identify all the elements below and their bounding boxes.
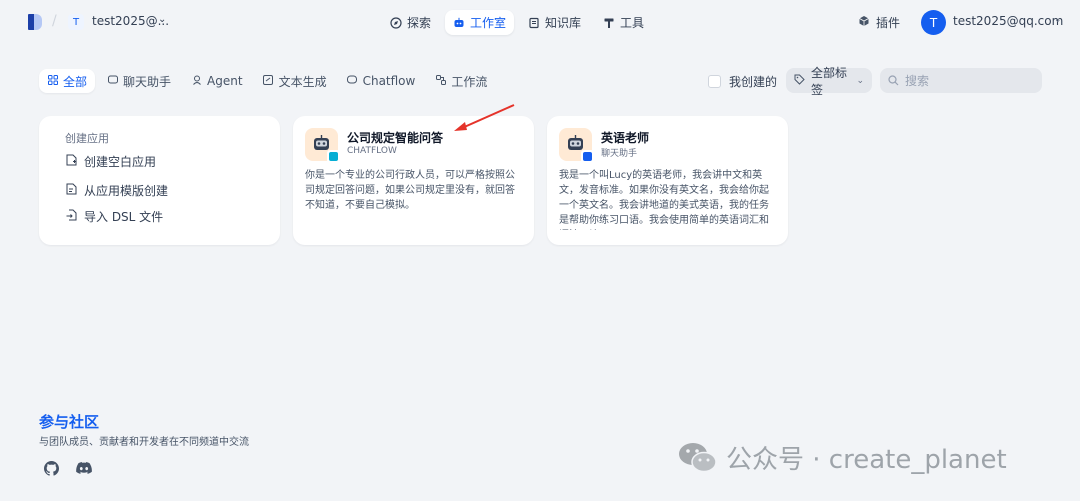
- tab-workflow[interactable]: 工作流: [427, 69, 495, 93]
- template-icon: [65, 183, 77, 198]
- watermark-text: 公众号 · create_planet: [726, 445, 1007, 475]
- tag-filter-label: 全部标签: [811, 65, 848, 97]
- tab-workflow-label: 工作流: [451, 74, 488, 89]
- plugin-label: 插件: [876, 16, 901, 30]
- create-app-title: 创建应用: [65, 132, 109, 145]
- create-blank-app-label: 创建空白应用: [84, 155, 157, 169]
- app-description: 我是一个叫Lucy的英语老师，我会讲中文和英文，发音标准。如果你没有英文名，我会…: [559, 170, 769, 226]
- workspace-avatar[interactable]: T: [68, 14, 84, 30]
- chatflow-icon: [347, 75, 358, 88]
- nav-explore[interactable]: 探索: [382, 10, 439, 35]
- robot-icon: [453, 17, 465, 29]
- dify-logo[interactable]: [28, 14, 42, 30]
- main-nav: 探索 工作室 知识库 工具: [382, 10, 652, 35]
- created-by-me-filter[interactable]: 我创建的: [708, 73, 777, 90]
- separator: /: [52, 13, 57, 29]
- tag-filter-dropdown[interactable]: 全部标签 ⌄: [786, 66, 872, 97]
- workflow-icon: [435, 74, 446, 88]
- app-icon: [559, 128, 594, 163]
- compass-icon: [390, 16, 402, 29]
- app-card[interactable]: 公司规定智能问答 CHATFLOW 你是一个专业的公司行政人员，可以严格按照公司…: [293, 116, 534, 245]
- app-name: 英语老师: [601, 131, 650, 145]
- app-description: 你是一个专业的公司行政人员，可以严格按照公司规定回答问题，如果公司规定里没有，就…: [305, 170, 515, 211]
- app-name: 公司规定智能问答: [347, 131, 444, 145]
- chevron-down-icon[interactable]: ⌄: [1054, 15, 1062, 25]
- plugin-button[interactable]: 插件: [858, 14, 900, 31]
- chat-icon: [107, 75, 118, 88]
- chevron-down-icon: ⌄: [856, 75, 864, 86]
- user-email[interactable]: test2025@qq.com: [953, 14, 1063, 28]
- tab-text-generation[interactable]: 文本生成: [255, 69, 335, 93]
- created-by-me-label: 我创建的: [729, 75, 778, 89]
- search-input[interactable]: [905, 73, 1035, 88]
- created-by-me-checkbox[interactable]: [708, 75, 721, 88]
- text-icon: [263, 74, 274, 88]
- nav-knowledge-label: 知识库: [545, 16, 582, 30]
- nav-studio-label: 工作室: [470, 16, 507, 30]
- import-dsl-label: 导入 DSL 文件: [84, 210, 164, 224]
- wechat-icon: [679, 442, 717, 472]
- create-from-template-label: 从应用模版创建: [84, 184, 169, 198]
- tab-all-label: 全部: [63, 74, 88, 89]
- app-type-tabs: 全部 聊天助手 Agent 文本生成 Chatflow 工作流: [39, 69, 495, 93]
- tab-text-generation-label: 文本生成: [278, 74, 327, 89]
- tab-agent-label: Agent: [207, 74, 243, 88]
- create-from-template-button[interactable]: 从应用模版创建: [65, 182, 168, 199]
- grid-icon: [47, 74, 58, 88]
- chat-assistant-badge-icon: [581, 150, 594, 163]
- app-type: 聊天助手: [601, 149, 638, 159]
- search-icon: [888, 71, 899, 90]
- user-avatar[interactable]: T: [921, 10, 946, 35]
- nav-tools[interactable]: 工具: [595, 10, 652, 35]
- community-title: 参与社区: [39, 413, 100, 431]
- file-plus-icon: [65, 154, 77, 169]
- github-icon[interactable]: [44, 461, 59, 476]
- tab-chatflow[interactable]: Chatflow: [339, 69, 424, 93]
- search-box[interactable]: [880, 68, 1042, 93]
- create-blank-app-button[interactable]: 创建空白应用: [65, 153, 156, 170]
- tab-chat-assistant-label: 聊天助手: [123, 74, 172, 89]
- tab-all[interactable]: 全部: [39, 69, 96, 93]
- tab-chat-assistant[interactable]: 聊天助手: [99, 69, 179, 93]
- agent-icon: [191, 75, 202, 88]
- tag-icon: [794, 74, 805, 88]
- app-card[interactable]: 英语老师 聊天助手 我是一个叫Lucy的英语老师，我会讲中文和英文，发音标准。如…: [547, 116, 788, 245]
- hammer-icon: [603, 17, 615, 29]
- chatflow-badge-icon: [327, 150, 340, 163]
- chevron-down-icon[interactable]: ⌄: [158, 14, 166, 25]
- nav-knowledge[interactable]: 知识库: [520, 10, 589, 35]
- app-type: CHATFLOW: [347, 146, 397, 156]
- annotation-arrow: [454, 104, 515, 131]
- nav-explore-label: 探索: [407, 16, 432, 30]
- nav-studio[interactable]: 工作室: [445, 10, 515, 35]
- import-dsl-button[interactable]: 导入 DSL 文件: [65, 208, 163, 225]
- nav-tools-label: 工具: [620, 16, 645, 30]
- import-icon: [65, 209, 77, 224]
- book-icon: [528, 17, 540, 29]
- community-subtitle: 与团队成员、贡献者和开发者在不同频道中交流: [39, 437, 249, 448]
- top-bar: / T test2025@... ⌄ 探索 工作室 知识库 工具 插件 T te…: [0, 0, 1080, 44]
- cube-icon: [858, 15, 870, 30]
- discord-icon[interactable]: [76, 462, 92, 475]
- app-icon: [305, 128, 340, 163]
- tab-chatflow-label: Chatflow: [362, 74, 416, 88]
- create-app-card: 创建应用 创建空白应用 从应用模版创建 导入 DSL 文件: [39, 116, 280, 245]
- watermark: 公众号 · create_planet: [678, 439, 1007, 476]
- tab-agent[interactable]: Agent: [183, 69, 251, 93]
